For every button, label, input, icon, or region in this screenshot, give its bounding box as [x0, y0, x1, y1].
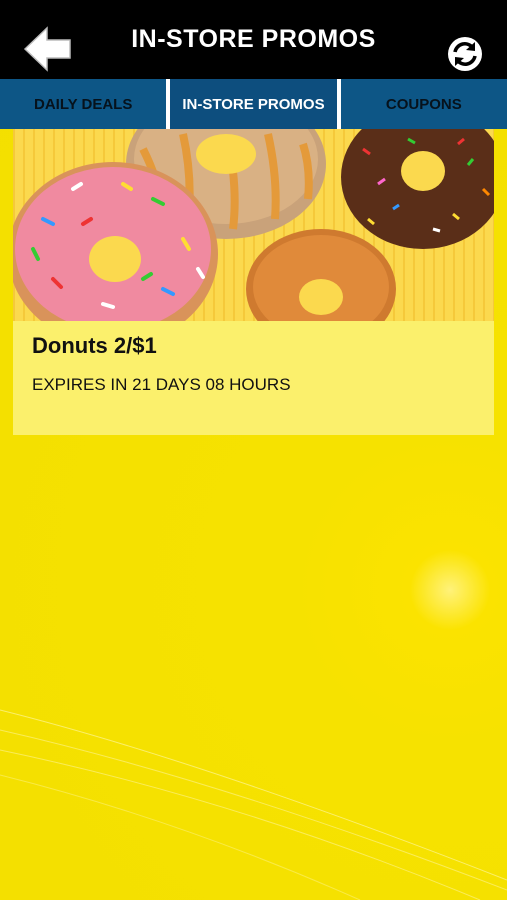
tab-daily-deals[interactable]: DAILY DEALS — [0, 79, 167, 129]
promo-card[interactable]: Donuts 2/$1 EXPIRES IN 21 DAYS 08 HOURS — [13, 129, 494, 435]
donuts-photo — [13, 129, 494, 321]
promo-expiry: EXPIRES IN 21 DAYS 08 HOURS — [32, 375, 291, 394]
top-bar: IN-STORE PROMOS — [0, 0, 507, 79]
back-arrow-icon — [23, 26, 71, 72]
promo-title: Donuts 2/$1 — [32, 333, 157, 358]
tab-in-store-promos[interactable]: IN-STORE PROMOS — [170, 79, 337, 129]
back-button[interactable] — [20, 24, 76, 74]
page-title: IN-STORE PROMOS — [131, 25, 376, 53]
tab-coupons[interactable]: COUPONS — [340, 79, 507, 129]
refresh-icon — [448, 37, 482, 71]
refresh-button[interactable] — [445, 34, 485, 74]
background-swoosh — [0, 709, 507, 900]
tab-bar: DAILY DEALS IN-STORE PROMOS COUPONS — [0, 79, 507, 129]
